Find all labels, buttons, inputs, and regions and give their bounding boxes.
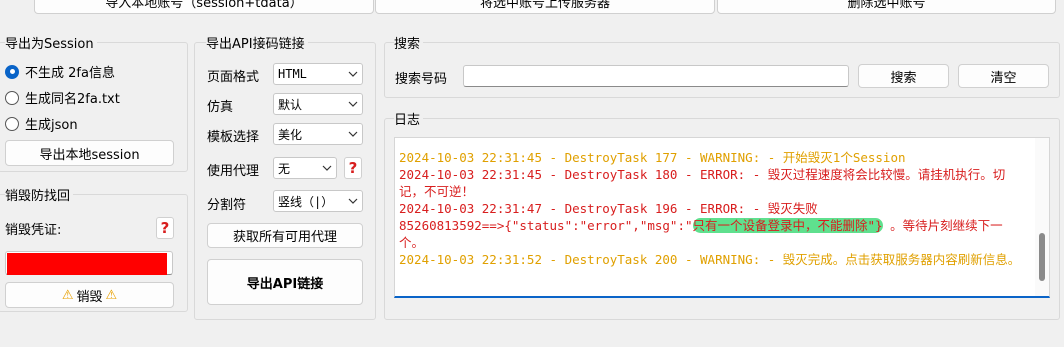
highlighted-text: 只有一个设备登录中，不能删除"} bbox=[692, 218, 883, 233]
destroy-title: 销毁防找回 bbox=[5, 185, 74, 204]
log-textarea[interactable]: 2024-10-03 22:31:45 - DestroyTask 177 - … bbox=[394, 137, 1050, 298]
radio-json-label: 生成json bbox=[25, 118, 78, 133]
radio-unselected-icon bbox=[5, 90, 19, 105]
delete-selected-button[interactable]: 删除选中账号 bbox=[717, 0, 1056, 14]
chevron-down-icon bbox=[344, 198, 362, 204]
page-format-select[interactable]: HTML bbox=[273, 63, 363, 85]
template-value: 美化 bbox=[278, 127, 303, 142]
warning-icon: ⚠ bbox=[105, 287, 118, 303]
emulation-label: 仿真 bbox=[207, 100, 234, 115]
api-export-title: 导出API接码链接 bbox=[206, 33, 308, 52]
chevron-down-icon bbox=[344, 71, 362, 77]
log-line: 85260813592==>{"status":"error","msg":"只… bbox=[399, 217, 1023, 251]
radio-json[interactable]: 生成json bbox=[5, 114, 78, 133]
search-input[interactable] bbox=[463, 65, 849, 87]
export-local-session-label: 导出本地session bbox=[39, 147, 140, 163]
proxy-help-icon[interactable]: ? bbox=[344, 157, 362, 179]
warning-icon: ⚠ bbox=[61, 287, 74, 303]
emulation-select[interactable]: 默认 bbox=[273, 93, 363, 115]
radio-no-2fa-label: 不生成 2fa信息 bbox=[25, 66, 115, 81]
help-question-mark: ? bbox=[160, 219, 170, 237]
clear-button[interactable]: 清空 bbox=[958, 64, 1049, 88]
page-format-value: HTML bbox=[278, 67, 307, 81]
fetch-all-proxies-label: 获取所有可用代理 bbox=[232, 230, 337, 245]
log-line: 2024-10-03 22:31:45 - DestroyTask 180 - … bbox=[399, 167, 1006, 199]
proxy-select[interactable]: 无 bbox=[273, 157, 337, 179]
upload-selected-button[interactable]: 将选中账号上传服务器 bbox=[375, 0, 715, 14]
log-scrollbar-thumb[interactable] bbox=[1039, 233, 1045, 281]
search-button[interactable]: 搜索 bbox=[858, 64, 949, 88]
radio-selected-icon bbox=[5, 64, 19, 79]
log-line: 2024-10-03 22:31:47 - DestroyTask 196 - … bbox=[399, 201, 818, 216]
radio-no-2fa[interactable]: 不生成 2fa信息 bbox=[5, 62, 115, 81]
proxy-value: 无 bbox=[278, 161, 291, 176]
destroy-credential-label: 销毁凭证: bbox=[5, 223, 62, 238]
search-title: 搜索 bbox=[394, 33, 424, 52]
chevron-down-icon bbox=[344, 101, 362, 107]
log-json-text: 85260813592==>{"status":"error","msg":" bbox=[399, 218, 693, 233]
emulation-value: 默认 bbox=[278, 97, 303, 112]
export-local-session-button[interactable]: 导出本地session bbox=[5, 140, 174, 166]
import-local-accounts-label: 导入本地账号（session+tdata） bbox=[105, 0, 303, 11]
upload-selected-label: 将选中账号上传服务器 bbox=[479, 0, 610, 11]
destroy-credential-input[interactable] bbox=[5, 251, 173, 275]
chevron-down-icon bbox=[318, 165, 336, 171]
clear-button-label: 清空 bbox=[990, 70, 1017, 86]
import-local-accounts-button[interactable]: 导入本地账号（session+tdata） bbox=[34, 0, 374, 14]
export-api-link-button[interactable]: 导出API链接 bbox=[207, 259, 363, 305]
template-label: 模板选择 bbox=[207, 130, 260, 145]
radio-2fa-txt-label: 生成同名2fa.txt bbox=[25, 92, 120, 107]
radio-2fa-txt[interactable]: 生成同名2fa.txt bbox=[5, 88, 120, 107]
export-api-link-label: 导出API链接 bbox=[246, 276, 324, 292]
use-proxy-label: 使用代理 bbox=[207, 164, 260, 179]
export-session-title: 导出为Session bbox=[5, 33, 97, 52]
separator-label: 分割符 bbox=[207, 198, 247, 213]
destroy-button[interactable]: ⚠ 销毁 ⚠ bbox=[5, 282, 174, 308]
separator-select[interactable]: 竖线（|） bbox=[273, 190, 363, 212]
fetch-all-proxies-button[interactable]: 获取所有可用代理 bbox=[207, 223, 363, 248]
search-button-label: 搜索 bbox=[890, 70, 917, 86]
help-icon[interactable]: ? bbox=[156, 217, 174, 239]
delete-selected-label: 删除选中账号 bbox=[847, 0, 926, 11]
radio-unselected-icon bbox=[5, 116, 19, 131]
template-select[interactable]: 美化 bbox=[273, 123, 363, 145]
destroy-button-label: 销毁 bbox=[76, 289, 103, 305]
chevron-down-icon bbox=[344, 131, 362, 137]
separator-value: 竖线（|） bbox=[278, 194, 334, 209]
search-number-label: 搜索号码 bbox=[395, 72, 448, 87]
proxy-help-question-mark: ? bbox=[348, 159, 358, 177]
log-title: 日志 bbox=[394, 109, 424, 128]
log-scrollbar-track[interactable] bbox=[1035, 138, 1049, 296]
log-line: 2024-10-03 22:31:52 - DestroyTask 200 - … bbox=[399, 252, 1021, 267]
log-line: 2024-10-03 22:31:45 - DestroyTask 177 - … bbox=[399, 150, 906, 165]
redaction-block bbox=[7, 253, 167, 275]
page-format-label: 页面格式 bbox=[207, 70, 260, 85]
